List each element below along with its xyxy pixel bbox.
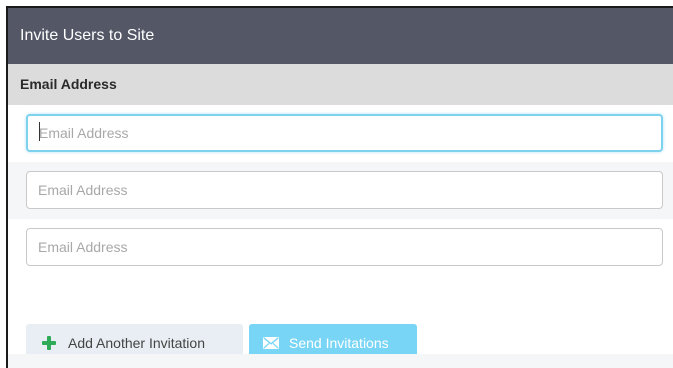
add-another-invitation-label: Add Another Invitation xyxy=(68,335,205,351)
email-input-3[interactable] xyxy=(26,228,663,266)
invite-users-panel: Invite Users to Site Email Address Add A… xyxy=(6,6,673,368)
email-input-2[interactable] xyxy=(26,171,663,209)
email-row xyxy=(8,105,673,162)
panel-title: Invite Users to Site xyxy=(8,8,673,64)
email-rows xyxy=(8,105,673,276)
send-invitations-label: Send Invitations xyxy=(289,335,389,351)
email-row xyxy=(8,162,673,219)
panel-footer xyxy=(8,354,673,368)
email-row xyxy=(8,219,673,276)
email-input-1[interactable] xyxy=(26,114,663,152)
action-bar: Add Another Invitation Send Invitations xyxy=(8,276,673,362)
text-caret xyxy=(39,122,40,141)
envelope-icon xyxy=(263,337,279,349)
plus-icon xyxy=(42,336,56,350)
column-header-email: Email Address xyxy=(8,64,673,105)
